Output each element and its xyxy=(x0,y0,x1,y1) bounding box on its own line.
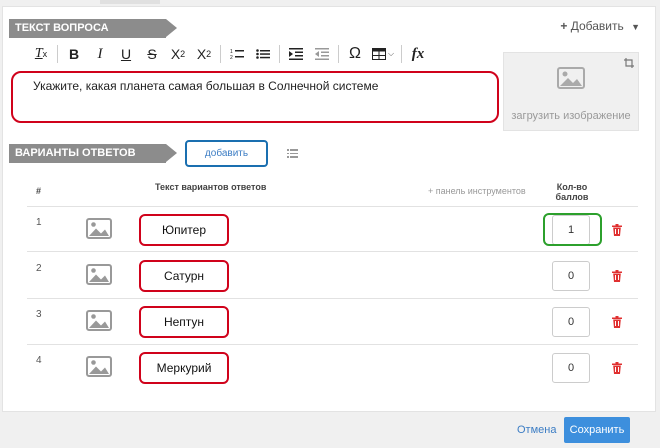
add-menu[interactable]: + Добавить ▼ xyxy=(560,19,640,33)
top-tab-indicator xyxy=(100,0,160,4)
add-menu-label: Добавить xyxy=(570,19,624,33)
bulleted-list-icon[interactable] xyxy=(250,43,276,65)
bold-icon[interactable]: B xyxy=(61,43,87,65)
trash-icon[interactable] xyxy=(612,269,622,287)
toolbar-divider xyxy=(338,45,339,63)
image-placeholder-icon[interactable] xyxy=(86,356,112,382)
editor-toolbar: Tx B I U S X2 X2 12 Ω ⌵ fx xyxy=(28,42,431,66)
answer-input[interactable]: Меркурий xyxy=(139,352,229,384)
outdent-icon[interactable] xyxy=(309,43,335,65)
caret-down-icon: ▼ xyxy=(631,22,640,32)
image-upload-box[interactable]: загрузить изображение xyxy=(503,52,639,131)
toolbar-panel-link[interactable]: + панель инструментов xyxy=(428,186,526,196)
image-placeholder-icon xyxy=(557,67,585,94)
strikethrough-icon[interactable]: S xyxy=(139,43,165,65)
toolbar-divider xyxy=(57,45,58,63)
formula-icon[interactable]: fx xyxy=(405,43,431,65)
question-input[interactable]: Укажите, какая планета самая большая в С… xyxy=(11,71,499,123)
add-answer-button[interactable]: добавить xyxy=(185,140,268,167)
svg-text:2: 2 xyxy=(230,55,233,60)
toolbar-divider xyxy=(279,45,280,63)
special-char-icon[interactable]: Ω xyxy=(342,43,368,65)
indent-icon[interactable] xyxy=(283,43,309,65)
score-input[interactable]: 0 xyxy=(552,261,590,291)
superscript-icon[interactable]: X2 xyxy=(191,43,217,65)
underline-icon[interactable]: U xyxy=(113,43,139,65)
answers-section-title: ВАРИАНТЫ ОТВЕТОВ xyxy=(9,144,177,163)
row-divider xyxy=(27,344,638,345)
column-header-text: Текст вариантов ответов xyxy=(155,182,267,192)
save-button[interactable]: Сохранить xyxy=(564,417,630,443)
answer-input[interactable]: Нептун xyxy=(139,306,229,338)
row-divider xyxy=(27,298,638,299)
trash-icon[interactable] xyxy=(612,315,622,333)
question-section-title: ТЕКСТ ВОПРОСА xyxy=(9,19,177,38)
image-placeholder-icon[interactable] xyxy=(86,310,112,336)
row-number: 4 xyxy=(36,355,42,366)
table-header-divider xyxy=(27,206,638,207)
score-input[interactable]: 0 xyxy=(552,353,590,383)
question-text: Укажите, какая планета самая большая в С… xyxy=(33,79,379,93)
row-number: 3 xyxy=(36,309,42,320)
plus-icon: + xyxy=(560,19,568,33)
column-header-score: Кол-во баллов xyxy=(553,182,591,202)
list-view-icon[interactable] xyxy=(287,149,298,160)
subscript-icon[interactable]: X2 xyxy=(165,43,191,65)
score-header-line1: Кол-во xyxy=(556,182,588,192)
row-number: 1 xyxy=(36,217,42,228)
score-highlight xyxy=(543,213,602,246)
image-placeholder-icon[interactable] xyxy=(86,264,112,290)
italic-icon[interactable]: I xyxy=(87,43,113,65)
trash-icon[interactable] xyxy=(612,223,622,241)
image-placeholder-icon[interactable] xyxy=(86,218,112,244)
row-number: 2 xyxy=(36,263,42,274)
toolbar-divider xyxy=(220,45,221,63)
answer-input[interactable]: Сатурн xyxy=(139,260,229,292)
numbered-list-icon[interactable]: 12 xyxy=(224,43,250,65)
score-input[interactable]: 0 xyxy=(552,307,590,337)
table-icon[interactable]: ⌵ xyxy=(368,43,398,65)
crop-icon[interactable] xyxy=(624,58,634,71)
score-header-line2: баллов xyxy=(555,192,589,202)
upload-image-label: загрузить изображение xyxy=(511,110,631,122)
trash-icon[interactable] xyxy=(612,361,622,379)
clear-format-icon[interactable]: Tx xyxy=(28,43,54,65)
answer-input[interactable]: Юпитер xyxy=(139,214,229,246)
cancel-button[interactable]: Отмена xyxy=(517,424,556,436)
column-header-num: # xyxy=(36,186,42,196)
row-divider xyxy=(27,251,638,252)
toolbar-divider xyxy=(401,45,402,63)
